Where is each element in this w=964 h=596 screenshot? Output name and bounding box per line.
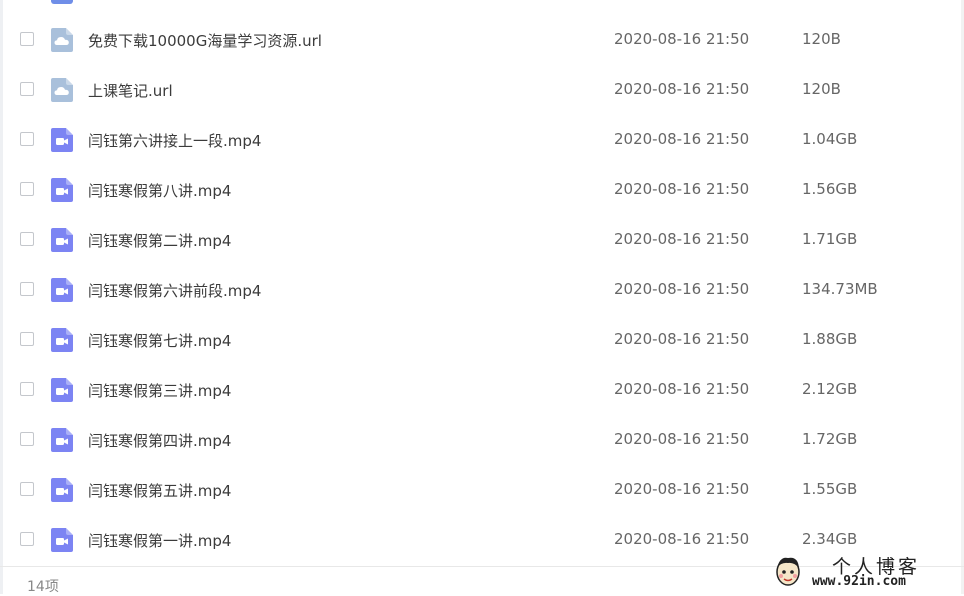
- file-size: 120B: [802, 30, 841, 48]
- row-checkbox[interactable]: [20, 182, 34, 196]
- file-row[interactable]: 闫钰寒假第六讲前段.mp4 2020-08-16 21:50 134.73MB: [0, 265, 964, 315]
- file-size: 1.72GB: [802, 430, 858, 448]
- file-name-link[interactable]: 闫钰寒假第一讲.mp4: [88, 530, 231, 551]
- file-modified-date: 2020-08-16 21:50: [614, 280, 750, 298]
- file-size: 2.34GB: [802, 530, 858, 548]
- file-row[interactable]: 闫钰寒假第三讲.mp4 2020-08-16 21:50 2.12GB: [0, 365, 964, 415]
- file-name-link[interactable]: 上课笔记.url: [88, 80, 173, 101]
- file-size: 1.04GB: [802, 130, 858, 148]
- video-file-icon: [51, 228, 73, 252]
- file-row[interactable]: 闫钰寒假第五讲.mp4 2020-08-16 21:50 1.55GB: [0, 465, 964, 515]
- url-cloud-icon: [51, 28, 73, 52]
- file-row[interactable]: 免费下载10000G海量学习资源.url 2020-08-16 21:50 120B: [0, 15, 964, 65]
- row-checkbox[interactable]: [20, 32, 34, 46]
- file-row[interactable]: 上课笔记.url 2020-08-16 21:50 120B: [0, 65, 964, 115]
- file-modified-date: 2020-08-16 21:50: [614, 230, 750, 248]
- cartoon-face-logo-icon: [776, 557, 800, 586]
- video-file-icon: [51, 478, 73, 502]
- file-name-link[interactable]: 闫钰寒假第四讲.mp4: [88, 430, 231, 451]
- site-watermark: 个人博客 www.92in.com: [768, 552, 964, 594]
- file-size: 120B: [802, 80, 841, 98]
- row-checkbox[interactable]: [20, 232, 34, 246]
- row-checkbox[interactable]: [20, 82, 34, 96]
- video-file-icon: [51, 128, 73, 152]
- file-name-link[interactable]: 闫钰寒假第七讲.mp4: [88, 330, 231, 351]
- row-checkbox[interactable]: [20, 132, 34, 146]
- file-size: 1.71GB: [802, 230, 858, 248]
- file-row[interactable]: 闫钰寒假第七讲.mp4 2020-08-16 21:50 1.88GB: [0, 315, 964, 365]
- row-checkbox[interactable]: [20, 282, 34, 296]
- file-modified-date: 2020-08-16 21:50: [614, 530, 750, 548]
- row-checkbox[interactable]: [20, 482, 34, 496]
- file-row[interactable]: 闫钰寒假第八讲.mp4 2020-08-16 21:50 1.56GB: [0, 165, 964, 215]
- file-modified-date: 2020-08-16 21:50: [614, 380, 750, 398]
- file-modified-date: 2020-08-16 21:50: [614, 480, 750, 498]
- file-modified-date: 2020-08-16 21:50: [614, 180, 750, 198]
- file-row[interactable]: 闫钰寒假第四讲.mp4 2020-08-16 21:50 1.72GB: [0, 415, 964, 465]
- item-count: 14项: [27, 579, 59, 595]
- file-name-link[interactable]: 闫钰寒假第五讲.mp4: [88, 480, 231, 501]
- file-name-link[interactable]: 闫钰第六讲接上一段.mp4: [88, 130, 261, 151]
- file-name-link[interactable]: 闫钰寒假第八讲.mp4: [88, 180, 231, 201]
- video-file-icon: [51, 528, 73, 552]
- file-row[interactable]: 闫钰第六讲接上一段.mp4 2020-08-16 21:50 1.04GB: [0, 115, 964, 165]
- video-file-icon: [51, 378, 73, 402]
- video-file-icon: [51, 178, 73, 202]
- row-checkbox[interactable]: [20, 532, 34, 546]
- file-size: 1.55GB: [802, 480, 858, 498]
- file-size: 2.12GB: [802, 380, 858, 398]
- video-file-icon: [51, 328, 73, 352]
- file-size: 134.73MB: [802, 280, 878, 298]
- file-modified-date: 2020-08-16 21:50: [614, 430, 750, 448]
- file-name-link[interactable]: 闫钰寒假第六讲前段.mp4: [88, 280, 261, 301]
- file-modified-date: 2020-08-16 21:50: [614, 80, 750, 98]
- partial-file-row: [0, 0, 964, 15]
- video-file-icon: [51, 428, 73, 452]
- file-modified-date: 2020-08-16 21:50: [614, 130, 750, 148]
- file-size: 1.56GB: [802, 180, 858, 198]
- file-modified-date: 2020-08-16 21:50: [614, 30, 750, 48]
- file-size: 1.88GB: [802, 330, 858, 348]
- row-checkbox[interactable]: [20, 382, 34, 396]
- file-modified-date: 2020-08-16 21:50: [614, 330, 750, 348]
- row-checkbox[interactable]: [20, 432, 34, 446]
- file-name-link[interactable]: 免费下载10000G海量学习资源.url: [88, 30, 322, 51]
- file-row[interactable]: 闫钰寒假第二讲.mp4 2020-08-16 21:50 1.71GB: [0, 215, 964, 265]
- file-name-link[interactable]: 闫钰寒假第二讲.mp4: [88, 230, 231, 251]
- row-checkbox[interactable]: [20, 332, 34, 346]
- video-file-icon: [51, 278, 73, 302]
- url-cloud-icon: [51, 78, 73, 102]
- file-list: 免费下载10000G海量学习资源.url 2020-08-16 21:50 120B…: [0, 15, 964, 565]
- watermark-url: www.92in.com: [812, 574, 906, 589]
- folder-icon: [51, 0, 73, 4]
- file-name-link[interactable]: 闫钰寒假第三讲.mp4: [88, 380, 231, 401]
